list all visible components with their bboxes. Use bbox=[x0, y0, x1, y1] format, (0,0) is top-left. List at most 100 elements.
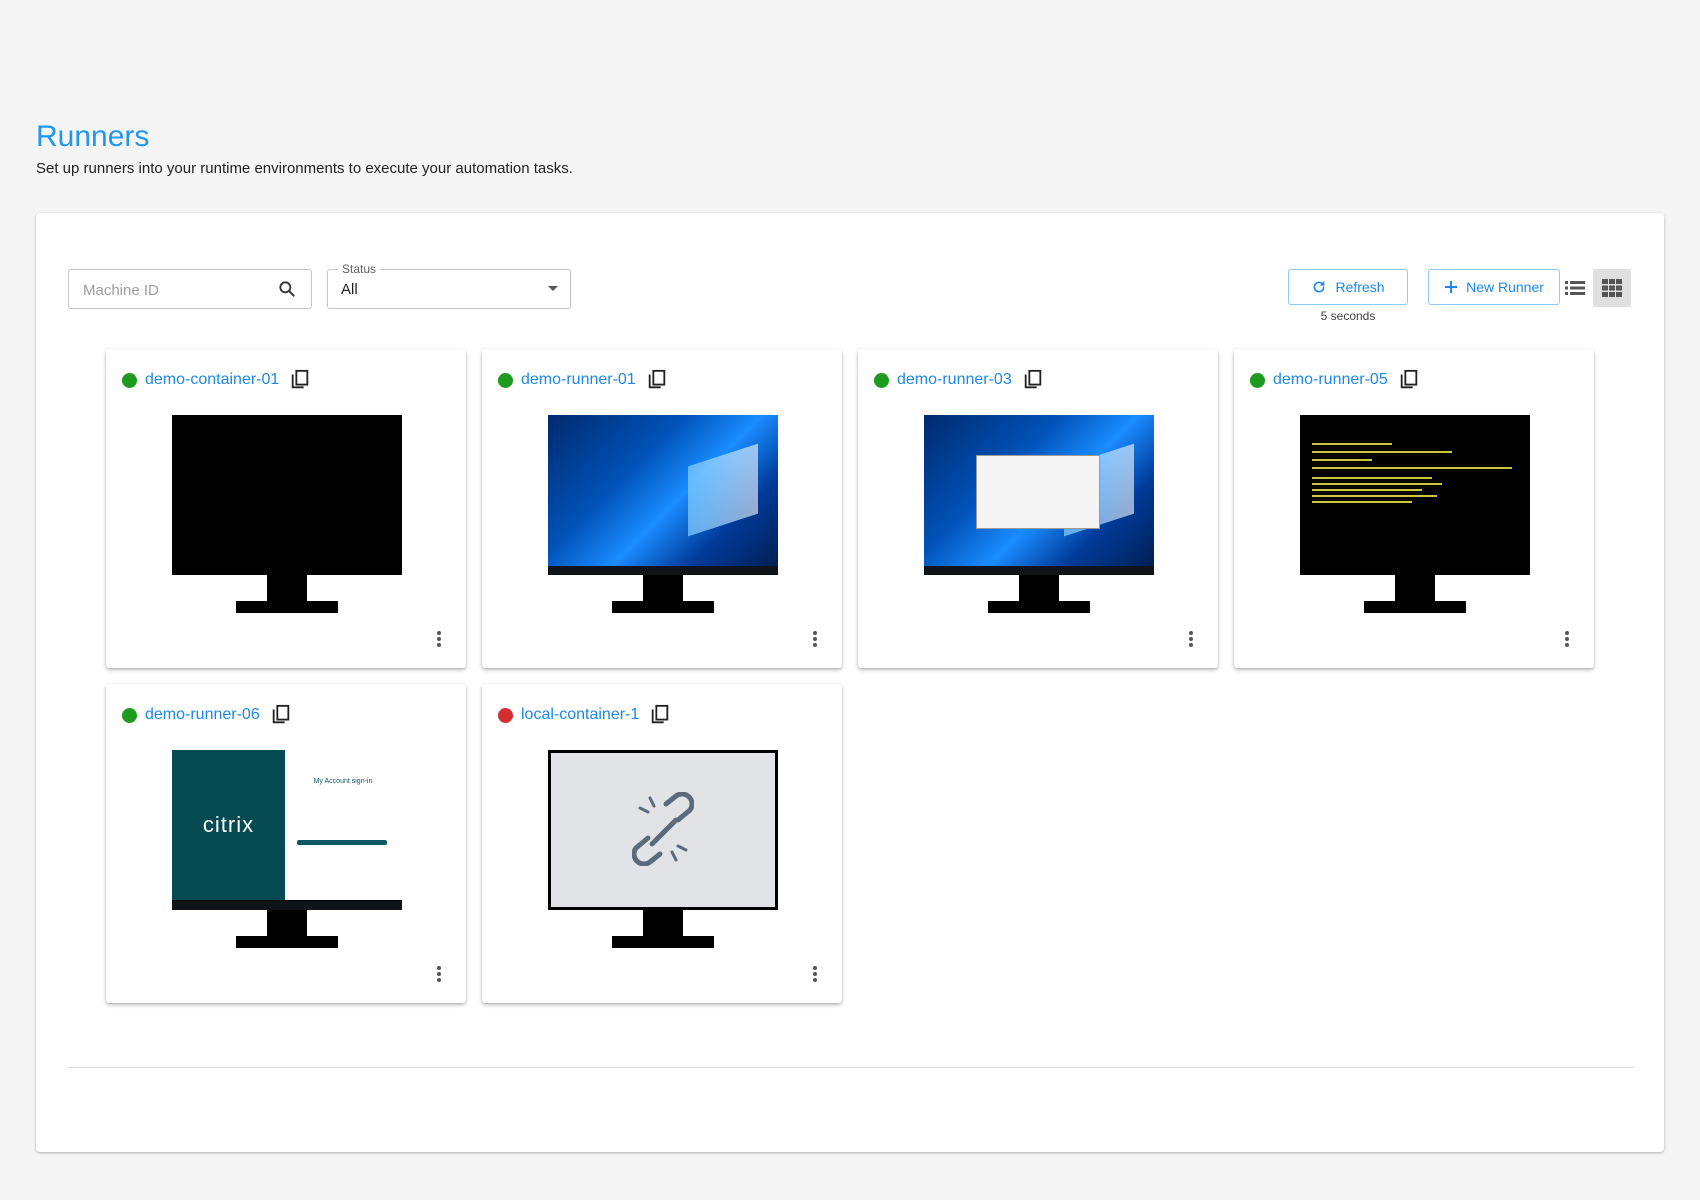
copy-icon[interactable] bbox=[649, 704, 671, 726]
monitor-stand bbox=[643, 575, 683, 601]
status-online-dot bbox=[1250, 372, 1265, 388]
more-vert-icon[interactable] bbox=[1188, 630, 1194, 648]
status-value: All bbox=[341, 281, 358, 298]
monitor-stand bbox=[267, 910, 307, 936]
runner-card-header: demo-container-01 bbox=[122, 369, 311, 391]
new-runner-button[interactable]: New Runner bbox=[1428, 269, 1560, 305]
runner-name-link[interactable]: demo-runner-03 bbox=[897, 371, 1012, 389]
status-offline-dot bbox=[498, 707, 513, 723]
machine-id-input[interactable] bbox=[81, 270, 275, 310]
copy-icon[interactable] bbox=[646, 369, 668, 391]
citrix-sign-in-form: My Account sign-in bbox=[285, 750, 402, 900]
app-dialog-window bbox=[976, 455, 1100, 529]
runner-name-link[interactable]: demo-container-01 bbox=[145, 371, 279, 389]
runner-card-header: demo-runner-01 bbox=[498, 369, 668, 391]
screen-citrix-sign-in: citrix My Account sign-in bbox=[172, 750, 402, 910]
monitor-base bbox=[236, 936, 338, 948]
monitor-base bbox=[612, 601, 714, 613]
terminal-line bbox=[1312, 495, 1437, 497]
runner-card-header: demo-runner-03 bbox=[874, 369, 1044, 391]
status-online-dot bbox=[874, 372, 889, 388]
runner-card-header: demo-runner-05 bbox=[1250, 369, 1420, 391]
screen-windows-desktop-with-dialog bbox=[924, 415, 1154, 575]
taskbar bbox=[924, 566, 1154, 575]
sign-in-heading: My Account sign-in bbox=[313, 778, 373, 785]
runners-panel: Status All Refresh 5 seconds New Runner bbox=[36, 213, 1664, 1152]
monitor-stand bbox=[1395, 575, 1435, 601]
runner-card[interactable]: demo-runner-03 bbox=[858, 349, 1218, 668]
more-vert-icon[interactable] bbox=[436, 965, 442, 983]
runner-card-header: local-container-1 bbox=[498, 704, 671, 726]
more-vert-icon[interactable] bbox=[812, 630, 818, 648]
page-title: Runners bbox=[36, 120, 150, 153]
status-label: Status bbox=[338, 262, 381, 276]
status-select[interactable]: Status All bbox=[327, 262, 571, 309]
monitor-base bbox=[1364, 601, 1466, 613]
copy-icon[interactable] bbox=[1398, 369, 1420, 391]
new-runner-label: New Runner bbox=[1466, 279, 1544, 295]
refresh-label: Refresh bbox=[1335, 279, 1385, 295]
runner-card[interactable]: demo-runner-06 citrix My Account sign-in bbox=[106, 684, 466, 1003]
runner-screen-preview[interactable] bbox=[548, 415, 778, 613]
runner-screen-preview[interactable] bbox=[172, 415, 402, 613]
more-vert-icon[interactable] bbox=[812, 965, 818, 983]
monitor-stand bbox=[267, 575, 307, 601]
runner-card[interactable]: demo-runner-05 bbox=[1234, 349, 1594, 668]
runner-card[interactable]: demo-container-01 bbox=[106, 349, 466, 668]
monitor-base bbox=[988, 601, 1090, 613]
monitor-base bbox=[612, 936, 714, 948]
refresh-interval: 5 seconds bbox=[1320, 309, 1376, 323]
terminal-line bbox=[1312, 451, 1452, 453]
status-online-dot bbox=[122, 372, 137, 388]
sign-in-button-preview bbox=[297, 840, 387, 845]
terminal-line bbox=[1312, 489, 1422, 491]
runner-card-header: demo-runner-06 bbox=[122, 704, 292, 726]
runner-screen-preview[interactable] bbox=[548, 750, 778, 948]
monitor-stand bbox=[643, 910, 683, 936]
monitor-base bbox=[236, 601, 338, 613]
page-subtitle: Set up runners into your runtime environ… bbox=[36, 160, 573, 177]
status-online-dot bbox=[498, 372, 513, 388]
monitor-stand bbox=[1019, 575, 1059, 601]
runner-card[interactable]: local-container-1 bbox=[482, 684, 842, 1003]
runner-name-link[interactable]: demo-runner-05 bbox=[1273, 371, 1388, 389]
more-vert-icon[interactable] bbox=[436, 630, 442, 648]
terminal-line bbox=[1312, 477, 1432, 479]
runner-screen-preview[interactable] bbox=[924, 415, 1154, 613]
runner-name-link[interactable]: demo-runner-01 bbox=[521, 371, 636, 389]
runner-screen-preview[interactable] bbox=[1300, 415, 1530, 613]
runner-card[interactable]: demo-runner-01 bbox=[482, 349, 842, 668]
grid-view-button[interactable] bbox=[1593, 269, 1631, 307]
screen-disconnected bbox=[548, 750, 778, 910]
copy-icon[interactable] bbox=[289, 369, 311, 391]
runner-grid: demo-container-01 demo-runner-01 demo-ru… bbox=[106, 349, 1594, 1003]
taskbar bbox=[548, 566, 778, 575]
citrix-brand-panel: citrix bbox=[172, 750, 285, 900]
terminal-line bbox=[1312, 483, 1442, 485]
list-view-button[interactable] bbox=[1556, 269, 1594, 307]
copy-icon[interactable] bbox=[1022, 369, 1044, 391]
screen-terminal bbox=[1300, 415, 1530, 575]
windows-logo-light bbox=[688, 443, 758, 537]
refresh-button[interactable]: Refresh bbox=[1288, 269, 1408, 305]
list-view-icon bbox=[1565, 281, 1585, 295]
search-icon[interactable] bbox=[277, 279, 297, 299]
screen-black bbox=[172, 415, 402, 575]
copy-icon[interactable] bbox=[270, 704, 292, 726]
terminal-line bbox=[1312, 459, 1372, 461]
refresh-icon bbox=[1314, 281, 1325, 293]
chevron-down-icon bbox=[548, 286, 558, 291]
terminal-line bbox=[1312, 501, 1412, 503]
runner-name-link[interactable]: demo-runner-06 bbox=[145, 706, 260, 724]
screen-windows-desktop bbox=[548, 415, 778, 575]
status-online-dot bbox=[122, 707, 137, 723]
grid-view-icon bbox=[1602, 279, 1622, 297]
panel-divider bbox=[68, 1067, 1634, 1068]
runner-screen-preview[interactable]: citrix My Account sign-in bbox=[172, 750, 402, 948]
terminal-line bbox=[1312, 443, 1392, 445]
broken-link-icon bbox=[632, 792, 694, 866]
runner-name-link[interactable]: local-container-1 bbox=[521, 706, 639, 724]
more-vert-icon[interactable] bbox=[1564, 630, 1570, 648]
citrix-logo: citrix bbox=[202, 812, 255, 837]
terminal-line bbox=[1312, 467, 1512, 469]
